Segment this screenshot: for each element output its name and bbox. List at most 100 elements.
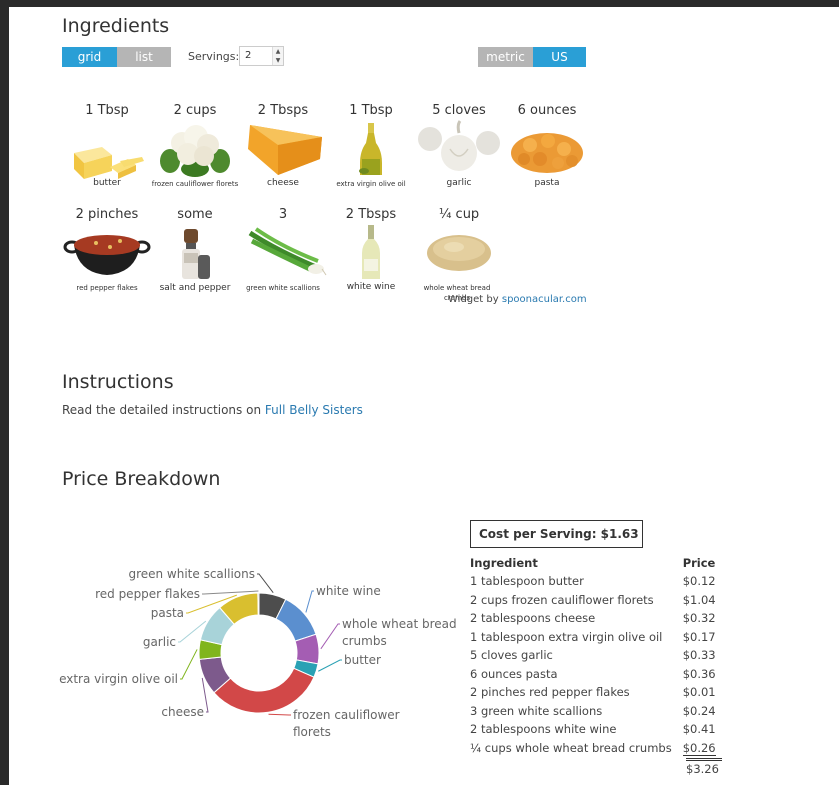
- pie-label: white wine: [316, 584, 381, 598]
- ingredient-amount: 2 Tbsps: [345, 207, 397, 222]
- ingredient-olive-oil: 1 Tbsp extra virgin olive oil: [326, 103, 416, 188]
- row-ingredient: 6 ounces pasta: [470, 666, 558, 681]
- row-ingredient: 1 tablespoon extra virgin olive oil: [470, 629, 663, 644]
- price-column-header: Price: [682, 556, 716, 570]
- table-row: 1 tablespoon extra virgin olive oil $0.17: [470, 628, 716, 647]
- metric-button[interactable]: metric: [478, 47, 533, 67]
- ingredient-amount: 3: [278, 207, 288, 222]
- servings-value: 2: [245, 50, 252, 61]
- ingredient-amount: 5 cloves: [432, 103, 486, 118]
- ingredient-amount: 2 cups: [173, 103, 217, 118]
- price-donut-chart: green white scallions white wine whole whe…: [59, 567, 457, 739]
- white-wine-icon: [362, 225, 380, 279]
- ingredient-name: pasta: [534, 178, 560, 188]
- pie-label: cheese: [161, 705, 204, 719]
- row-price-cell: $0.26: [672, 739, 716, 758]
- pie-label: red pepper flakes: [95, 587, 200, 601]
- table-row: 2 pinches red pepper flakes $0.01: [470, 683, 716, 702]
- row-price: $0.01: [682, 685, 716, 700]
- olive-oil-icon: [359, 123, 382, 175]
- ingredient-column-header: Ingredient: [470, 556, 538, 570]
- row-ingredient: 3 green white scallions: [470, 703, 603, 718]
- pie-leader-line: [318, 659, 342, 672]
- instructions-heading: Instructions: [62, 371, 174, 393]
- pie-label: butter: [344, 653, 381, 667]
- row-price: $0.33: [682, 648, 716, 663]
- list-view-button[interactable]: list: [117, 47, 171, 67]
- row-ingredient: 2 tablespoons white wine: [470, 722, 617, 737]
- table-row: ¼ cups whole wheat bread crumbs $0.26: [470, 739, 716, 758]
- instructions-text: Read the detailed instructions on: [62, 403, 262, 417]
- ingredient-amount: 1 Tbsp: [85, 103, 129, 118]
- page: Ingredients grid list Servings: 2 ▲ ▼ met…: [0, 0, 839, 785]
- ingredient-white-wine: 2 Tbsps white wine: [326, 207, 416, 292]
- pie-slice[interactable]: [257, 592, 260, 616]
- row-price: $0.24: [682, 703, 716, 718]
- instructions-text-line: Read the detailed instructions on Full B…: [62, 403, 363, 417]
- pie-label: pasta: [151, 606, 184, 620]
- grid-view-button[interactable]: grid: [62, 47, 117, 67]
- price-breakdown-heading: Price Breakdown: [62, 468, 221, 490]
- ingredients-heading: Ingredients: [62, 15, 170, 37]
- row-price-cell: $0.24: [672, 702, 716, 721]
- ingredient-amount: 2 pinches: [75, 207, 139, 222]
- servings-label: Servings:: [188, 50, 240, 63]
- table-row: 6 ounces pasta $0.36: [470, 665, 716, 684]
- ingredient-name: red pepper flakes: [76, 284, 138, 292]
- ingredient-name: salt and pepper: [159, 283, 231, 293]
- us-units-button[interactable]: US: [533, 47, 586, 67]
- ingredient-red-pepper-flakes: 2 pinches red pepper flakes: [62, 207, 152, 292]
- butter-icon: [74, 147, 144, 179]
- spoonacular-link[interactable]: spoonacular.com: [502, 294, 587, 305]
- row-price-cell: $0.17: [672, 628, 716, 647]
- ingredient-name: frozen cauliflower florets: [151, 180, 239, 188]
- pie-label: extra virgin olive oil: [59, 672, 178, 686]
- bread-crumbs-icon: [427, 235, 491, 271]
- pie-label: whole wheat bread crumbs: [342, 617, 457, 648]
- row-price-cell: $1.04: [672, 591, 716, 610]
- table-row: 2 cups frozen cauliflower florets $1.04: [470, 591, 716, 610]
- price-table: Ingredient Price 1 tablespoon butter $0.1…: [470, 554, 716, 757]
- row-price: $0.32: [682, 611, 716, 626]
- ingredient-name: garlic: [446, 178, 472, 188]
- row-price: $0.12: [682, 574, 716, 589]
- row-ingredient: 2 cups frozen cauliflower florets: [470, 592, 654, 607]
- row-ingredient: 1 tablespoon butter: [470, 574, 584, 589]
- pie-label: frozen cauliflower florets: [293, 708, 400, 739]
- ingredient-name: extra virgin olive oil: [336, 180, 406, 188]
- row-ingredient: ¼ cups whole wheat bread crumbs: [470, 740, 672, 755]
- row-price-cell: $0.36: [672, 665, 716, 684]
- pie-slice[interactable]: [213, 667, 315, 714]
- scallions-icon: [248, 227, 327, 276]
- ingredient-butter: 1 Tbsp butter: [62, 103, 152, 188]
- garlic-icon: [418, 120, 500, 171]
- row-price-cell: $0.33: [672, 646, 716, 665]
- row-price-cell: $0.32: [672, 609, 716, 628]
- ingredient-cheese: 2 Tbsps cheese: [238, 103, 328, 188]
- price-total: $3.26: [686, 758, 722, 776]
- instructions-source-link[interactable]: Full Belly Sisters: [265, 403, 363, 417]
- ingredient-name: white wine: [346, 282, 396, 292]
- table-row: 2 tablespoons cheese $0.32: [470, 609, 716, 628]
- table-row: 3 green white scallions $0.24: [470, 702, 716, 721]
- ingredient-scallions: 3 green white scallions: [238, 207, 328, 292]
- cost-per-serving-box: Cost per Serving: $1.63: [470, 520, 643, 548]
- row-price-cell: $0.12: [672, 572, 716, 591]
- row-ingredient: 5 cloves garlic: [470, 648, 553, 663]
- stepper-arrows-icon[interactable]: ▲ ▼: [272, 47, 283, 65]
- row-price: $0.36: [682, 666, 716, 681]
- ingredient-amount: 2 Tbsps: [257, 103, 309, 118]
- salt-pepper-icon: [182, 229, 210, 279]
- servings-stepper[interactable]: 2 ▲ ▼: [239, 46, 284, 66]
- pie-leader-line: [268, 713, 291, 716]
- pie-leader-line: [257, 573, 274, 593]
- ingredient-name: cheese: [267, 178, 299, 188]
- row-price: $0.41: [682, 722, 716, 737]
- widget-credit: Widget by spoonacular.com: [448, 294, 587, 305]
- row-price: $1.04: [682, 592, 716, 607]
- pie-leader-line: [305, 590, 314, 613]
- ingredient-amount: ¼ cup: [438, 207, 480, 222]
- ingredient-salt-pepper: some salt and pepper: [150, 207, 240, 293]
- pie-label: green white scallions: [128, 567, 255, 581]
- row-ingredient: 2 tablespoons cheese: [470, 611, 596, 626]
